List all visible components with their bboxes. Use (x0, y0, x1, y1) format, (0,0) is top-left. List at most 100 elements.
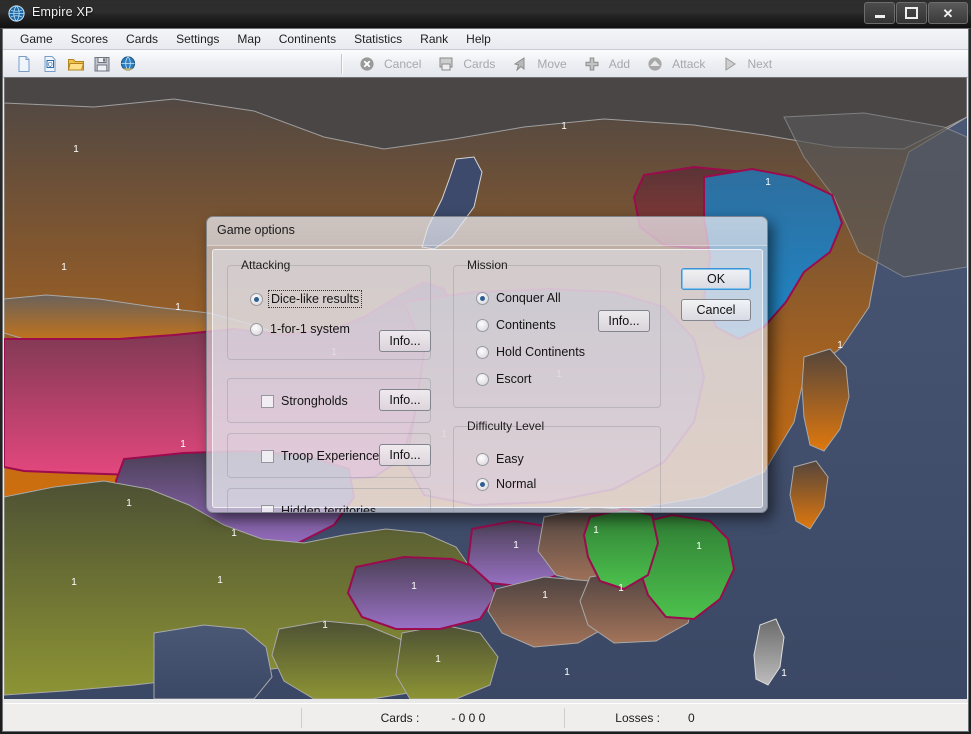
svg-text:1: 1 (73, 144, 79, 155)
add-icon (585, 57, 599, 70)
one-for-one-system-label[interactable]: 1-for-1 system (270, 322, 350, 336)
cards-icon (439, 57, 453, 70)
toolbar-add-button[interactable]: Add (573, 53, 636, 75)
toolbar: Q Cancel Cards Move Add Attack Next (3, 50, 968, 78)
dialog-body: Attacking Dice-like results 1-for-1 syst… (212, 249, 763, 512)
mission-conquer-all-row[interactable]: Conquer All (476, 291, 561, 305)
difficulty-group: Difficulty Level Easy Normal (453, 419, 661, 512)
svg-text:1: 1 (71, 577, 77, 588)
quick-document-icon[interactable]: Q (41, 55, 59, 73)
toolbar-separator (341, 53, 342, 74)
svg-text:1: 1 (411, 581, 417, 592)
dice-like-results-label[interactable]: Dice-like results (267, 290, 363, 308)
move-icon (514, 56, 525, 72)
toolbar-move-button[interactable]: Move (501, 53, 572, 75)
troop-experience-label[interactable]: Troop Experience (281, 449, 379, 463)
close-button[interactable]: ✕ (928, 2, 968, 24)
strongholds-label[interactable]: Strongholds (281, 394, 348, 408)
mission-group: Mission Conquer All Continents Hold Cont… (453, 258, 661, 408)
menu-item-continents[interactable]: Continents (270, 30, 345, 48)
maximize-button[interactable] (896, 2, 927, 24)
status-losses-label: Losses : (615, 710, 660, 725)
dialog-titlebar[interactable]: Game options (207, 217, 767, 246)
toolbar-next-button[interactable]: Next (711, 53, 778, 75)
toolbar-cancel-button[interactable]: Cancel (348, 53, 427, 75)
application-window: Empire XP ✕ Game Scores Cards Settings M… (0, 0, 971, 734)
mission-continents-row[interactable]: Continents (476, 318, 556, 332)
toolbar-cards-button[interactable]: Cards (427, 53, 501, 75)
menu-item-map[interactable]: Map (228, 30, 269, 48)
menu-item-statistics[interactable]: Statistics (345, 30, 411, 48)
titlebar-glow (0, 0, 971, 14)
minimize-button[interactable] (864, 2, 895, 24)
svg-text:1: 1 (561, 121, 567, 132)
svg-text:1: 1 (175, 302, 181, 313)
open-folder-icon[interactable] (67, 55, 85, 73)
attacking-legend: Attacking (241, 258, 291, 272)
mission-hold-continents-row[interactable]: Hold Continents (476, 345, 585, 359)
menu-item-settings[interactable]: Settings (167, 30, 228, 48)
strongholds-checkbox-row[interactable]: Strongholds (261, 394, 348, 408)
ok-button[interactable]: OK (681, 268, 751, 290)
mission-escort-row[interactable]: Escort (476, 372, 531, 386)
difficulty-easy-label[interactable]: Easy (496, 452, 524, 466)
toolbar-file-group: Q (3, 50, 141, 77)
mission-hold-continents-radio[interactable] (476, 345, 489, 359)
attack-icon (648, 56, 662, 71)
game-options-dialog[interactable]: Game options Attacking Dice-like results… (206, 216, 768, 513)
save-floppy-icon[interactable] (93, 55, 111, 73)
toolbar-action-group: Cancel Cards Move Add Attack Next (348, 50, 778, 77)
svg-text:1: 1 (61, 262, 67, 273)
toolbar-move-label: Move (537, 56, 567, 71)
globe-icon (8, 5, 25, 22)
mission-conquer-all-radio[interactable] (476, 291, 489, 305)
one-for-one-system-radio[interactable] (250, 322, 263, 336)
hidden-territories-checkbox[interactable] (261, 504, 274, 512)
difficulty-easy-row[interactable]: Easy (476, 452, 524, 466)
hidden-territories-group: Hidden territories (227, 488, 431, 512)
mission-continents-radio[interactable] (476, 318, 489, 332)
window-titlebar[interactable]: Empire XP ✕ (0, 0, 971, 29)
mission-hold-continents-label[interactable]: Hold Continents (496, 345, 585, 359)
troop-experience-checkbox-row[interactable]: Troop Experience (261, 449, 379, 463)
svg-text:1: 1 (126, 498, 132, 509)
menu-item-scores[interactable]: Scores (62, 30, 117, 48)
hidden-territories-checkbox-row[interactable]: Hidden territories (261, 504, 376, 512)
hidden-territories-label[interactable]: Hidden territories (281, 504, 376, 512)
svg-text:1: 1 (322, 620, 328, 631)
globe-icon[interactable] (119, 55, 137, 73)
svg-text:1: 1 (781, 668, 787, 679)
dice-like-results-radio[interactable] (250, 292, 263, 306)
status-losses-value: 0 (688, 710, 695, 725)
mission-escort-radio[interactable] (476, 372, 489, 386)
menu-item-rank[interactable]: Rank (411, 30, 457, 48)
new-document-icon[interactable] (15, 55, 33, 73)
mission-conquer-all-label[interactable]: Conquer All (496, 291, 561, 305)
difficulty-normal-row[interactable]: Normal (476, 477, 536, 491)
one-for-one-system-radio-row[interactable]: 1-for-1 system (250, 322, 350, 336)
svg-text:1: 1 (217, 575, 223, 586)
difficulty-normal-radio[interactable] (476, 477, 489, 491)
mission-continents-label[interactable]: Continents (496, 318, 556, 332)
menu-item-help[interactable]: Help (457, 30, 500, 48)
strongholds-info-button[interactable]: Info... (379, 389, 431, 411)
mission-info-button[interactable]: Info... (598, 310, 650, 332)
svg-text:1: 1 (231, 528, 237, 539)
attacking-info-button[interactable]: Info... (379, 330, 431, 352)
mission-legend: Mission (467, 258, 508, 272)
menu-item-cards[interactable]: Cards (117, 30, 167, 48)
svg-text:1: 1 (618, 583, 624, 594)
strongholds-checkbox[interactable] (261, 394, 274, 408)
menu-bar: Game Scores Cards Settings Map Continent… (3, 29, 968, 50)
toolbar-attack-button[interactable]: Attack (636, 53, 711, 75)
mission-escort-label[interactable]: Escort (496, 372, 531, 386)
troop-experience-info-button[interactable]: Info... (379, 444, 431, 466)
toolbar-next-label: Next (747, 56, 773, 71)
troop-experience-checkbox[interactable] (261, 449, 274, 463)
maximize-icon (905, 7, 918, 19)
cancel-button[interactable]: Cancel (681, 299, 751, 321)
dice-like-results-radio-row[interactable]: Dice-like results (250, 290, 363, 308)
difficulty-normal-label[interactable]: Normal (496, 477, 536, 491)
difficulty-easy-radio[interactable] (476, 452, 489, 466)
menu-item-game[interactable]: Game (11, 30, 62, 48)
